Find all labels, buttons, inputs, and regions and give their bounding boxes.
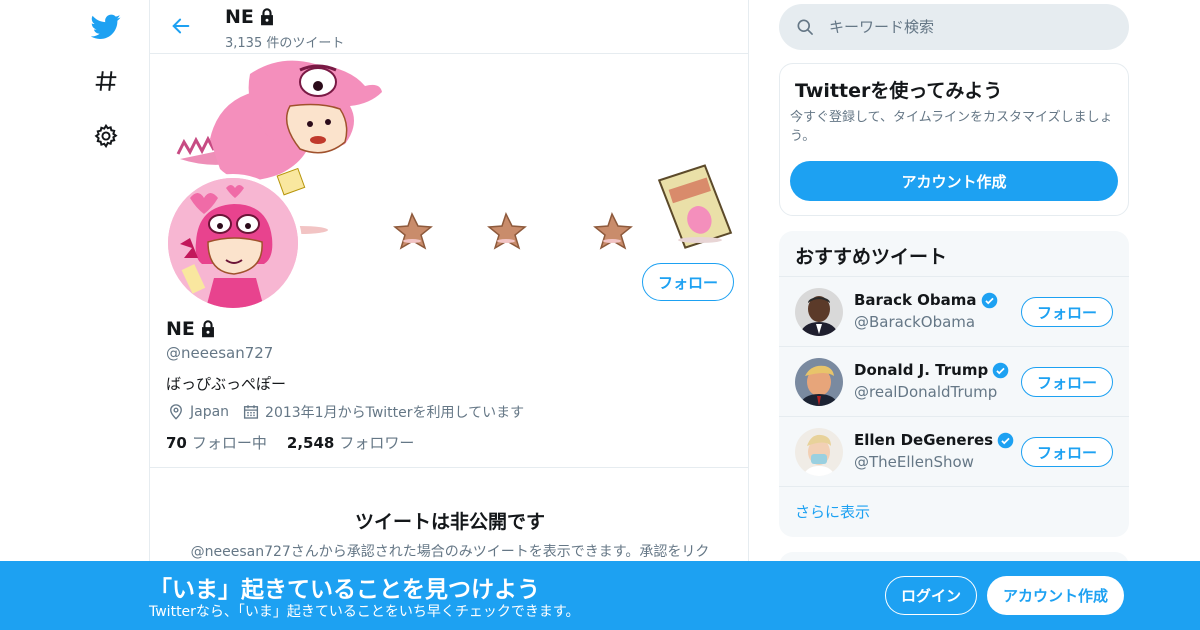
login-button[interactable]: ログイン (885, 576, 977, 615)
back-arrow-icon[interactable] (166, 11, 196, 41)
follow-button[interactable]: フォロー (1021, 437, 1113, 467)
signup-card: Twitterを使ってみよう 今すぐ登録して、タイムラインをカスタマイズしましょ… (779, 63, 1129, 216)
following-link[interactable]: 70 フォロー中 (166, 432, 267, 453)
signup-card-button[interactable]: アカウント作成 (790, 161, 1118, 201)
avatar[interactable] (795, 288, 843, 336)
hashtag-icon[interactable] (88, 63, 124, 99)
search-box[interactable] (779, 4, 1129, 50)
location-pin-icon (166, 402, 186, 422)
list-item[interactable]: Donald J. Trump @realDonaldTrump フォロー (779, 346, 1129, 416)
private-notice-description: @neeesan727さんから承認された場合のみツイートを表示できます。承認をリ… (190, 544, 710, 560)
show-more-row: さらに表示 (779, 486, 1129, 537)
profile-name-text: NE (166, 318, 195, 340)
search-input[interactable] (829, 18, 1099, 36)
followers-link[interactable]: 2,548 フォロワー (287, 432, 414, 453)
who-to-follow-card: おすすめツイート Barack Obama @BarackObama フォロー … (779, 231, 1129, 537)
profile-avatar[interactable] (164, 174, 302, 312)
user-name-text: Barack Obama (854, 291, 977, 309)
profile-meta: Japan 2013年1月からTwitterを利用しています (166, 402, 524, 422)
user-name: Donald J. Trump (854, 361, 1009, 379)
profile-header: NE 3,135 件のツイート (150, 0, 748, 54)
calendar-icon (241, 402, 261, 422)
who-to-follow-title: おすすめツイート (795, 246, 948, 268)
user-handle: @BarackObama (854, 313, 976, 331)
search-icon (795, 17, 815, 37)
avatar[interactable] (795, 358, 843, 406)
signup-button[interactable]: アカウント作成 (987, 576, 1124, 615)
right-sidebar: Twitterを使ってみよう 今すぐ登録して、タイムラインをカスタマイズしましょ… (779, 0, 1129, 630)
list-item[interactable]: Ellen DeGeneres @TheEllenShow フォロー (779, 416, 1129, 486)
gear-icon[interactable] (88, 118, 124, 154)
profile-bio: ばっぴぶっぺぽー (166, 375, 287, 393)
bottom-banner-subtitle: Twitterなら、「いま」起きていることをいち早くチェックできます。 (149, 604, 580, 620)
user-name: Ellen DeGeneres (854, 431, 1014, 449)
verified-badge-icon (981, 292, 997, 308)
show-more-link[interactable]: さらに表示 (795, 501, 870, 522)
following-count: 70 (166, 434, 187, 452)
followers-label: フォロワー (339, 434, 415, 452)
left-navigation (0, 0, 150, 630)
twitter-logo-icon[interactable] (88, 9, 124, 45)
signup-card-text: 今すぐ登録して、タイムラインをカスタマイズしましょう。 (790, 110, 1113, 144)
profile-name: NE (166, 318, 219, 340)
followers-count: 2,548 (286, 434, 335, 452)
user-handle: @realDonaldTrump (854, 383, 998, 401)
user-name: Barack Obama (854, 291, 998, 309)
lock-icon (201, 320, 214, 338)
user-name-text: Ellen DeGeneres (854, 431, 994, 449)
list-item[interactable]: Barack Obama @BarackObama フォロー (779, 276, 1129, 346)
verified-badge-icon (997, 432, 1014, 448)
bottom-banner-title: 「いま」起きていることを見つけよう (149, 577, 540, 603)
user-name-text: Donald J. Trump (854, 361, 989, 379)
follow-button[interactable]: フォロー (1021, 367, 1113, 397)
following-label: フォロー中 (191, 434, 267, 452)
main-column: NE 3,135 件のツイート フォロー NE @neeesan727 ばっぴぶ… (149, 0, 749, 630)
bottom-signup-banner: 「いま」起きていることを見つけよう Twitterなら、「いま」起きていることを… (0, 561, 1200, 630)
header-name-text: NE (225, 6, 254, 28)
private-notice-title: ツイートは非公開です (354, 511, 545, 533)
profile-location: Japan (190, 404, 230, 420)
follow-button[interactable]: フォロー (642, 263, 734, 301)
signup-card-title: Twitterを使ってみよう (795, 80, 1003, 102)
section-divider (150, 467, 748, 468)
verified-badge-icon (992, 362, 1009, 378)
user-handle: @TheEllenShow (854, 453, 974, 471)
profile-joined: 2013年1月からTwitterを利用しています (265, 405, 525, 421)
header-title: NE (225, 6, 278, 28)
lock-icon (260, 8, 273, 26)
avatar[interactable] (795, 428, 843, 476)
profile-handle: @neeesan727 (166, 344, 274, 362)
follow-button[interactable]: フォロー (1021, 297, 1113, 327)
tweet-count: 3,135 件のツイート (225, 36, 345, 51)
profile-stats: 70 フォロー中 2,548 フォロワー (166, 432, 414, 453)
